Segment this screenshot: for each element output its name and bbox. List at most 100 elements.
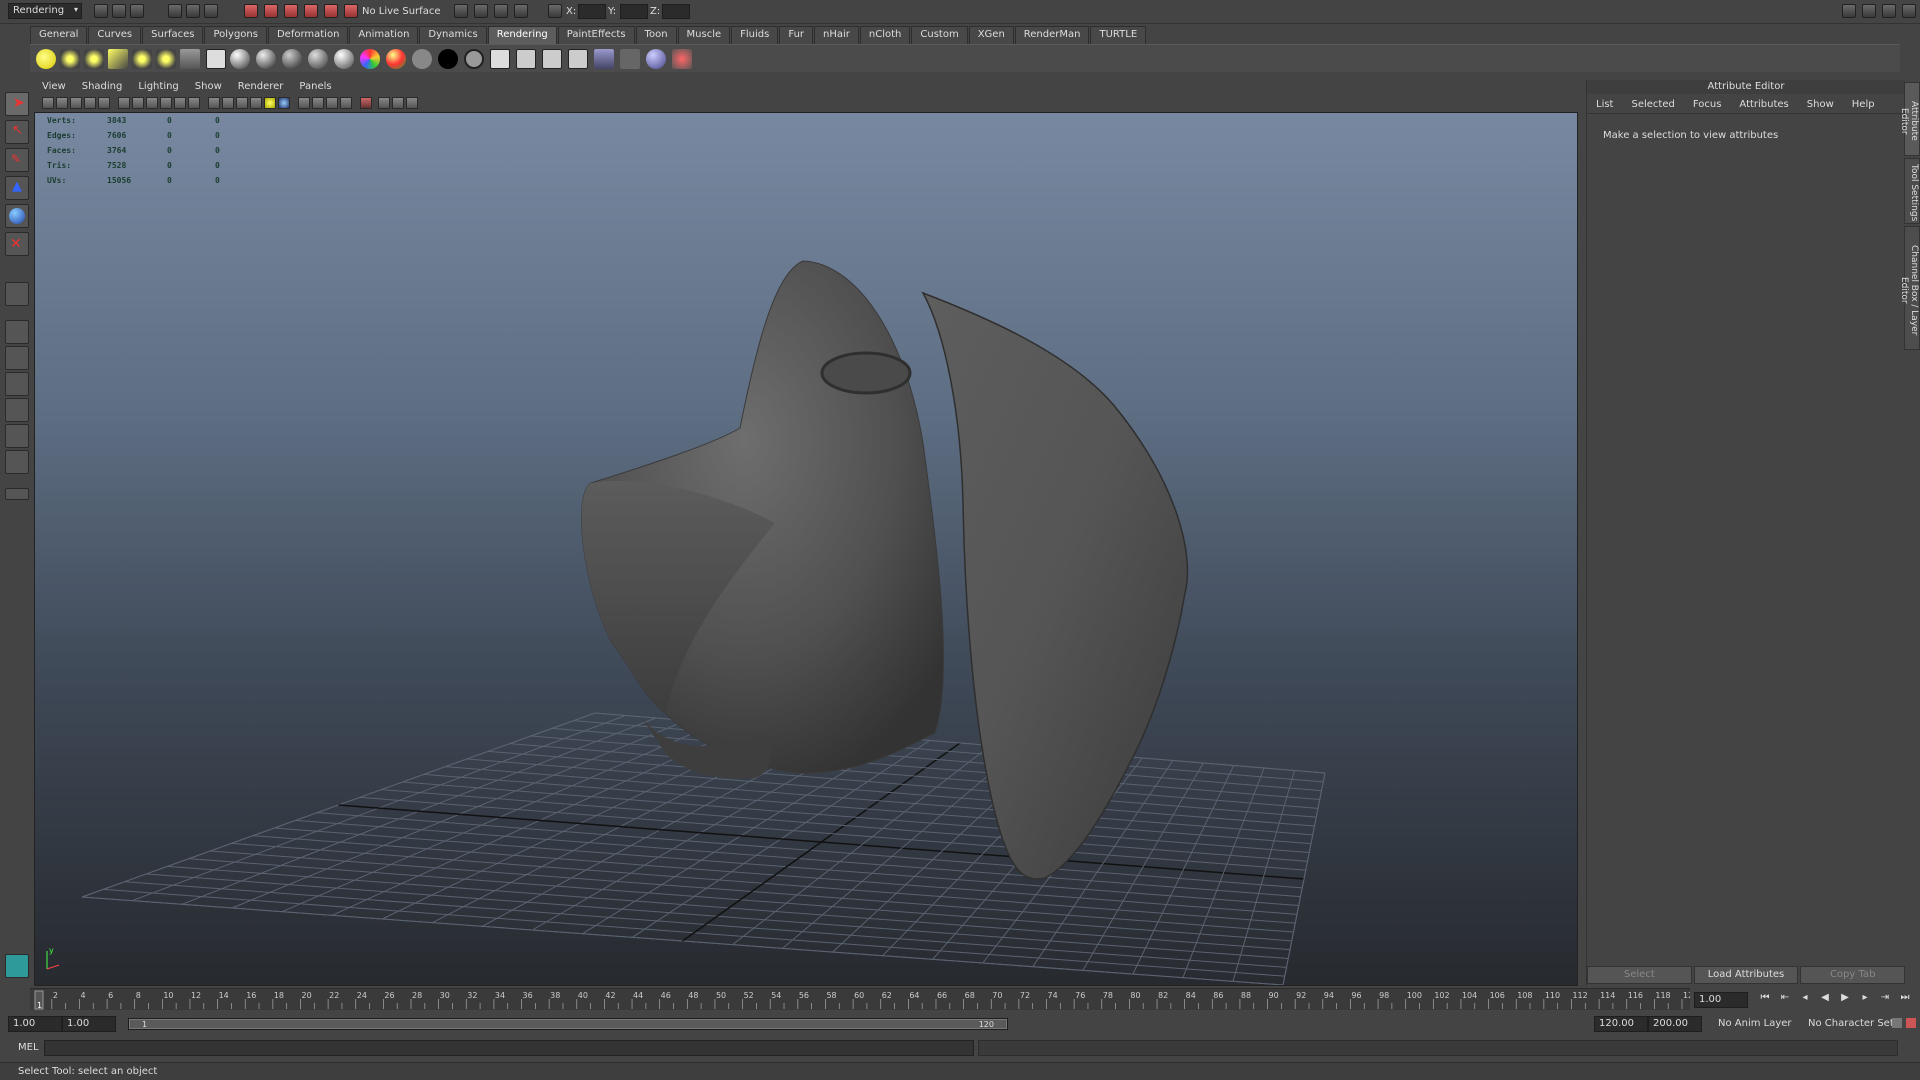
play-backward-icon[interactable]: ◀ (1816, 992, 1834, 1008)
tab-deformation[interactable]: Deformation (267, 26, 349, 44)
render-settings-icon[interactable] (514, 4, 528, 18)
attribute-menu-show[interactable]: Show (1798, 96, 1843, 113)
ambient-light-icon[interactable] (36, 49, 56, 69)
go-to-start-icon[interactable]: ⏮ (1756, 992, 1774, 1008)
tab-toon[interactable]: Toon (635, 26, 677, 44)
tab-ncloth[interactable]: nCloth (859, 26, 911, 44)
xray-components-icon[interactable] (326, 97, 338, 109)
command-input[interactable] (44, 1040, 974, 1056)
layered-shader-icon[interactable] (386, 49, 406, 69)
tab-muscle[interactable]: Muscle (677, 26, 731, 44)
sidebar-toggle-icon[interactable] (1842, 4, 1856, 18)
step-back-key-icon[interactable]: ⇤ (1776, 992, 1794, 1008)
ramp-shader-icon[interactable] (360, 49, 380, 69)
key-icon[interactable] (1892, 1018, 1902, 1028)
viewport-menu-renderer[interactable]: Renderer (230, 80, 292, 94)
animation-start-field[interactable]: 1.00 (8, 1016, 62, 1032)
resolution-gate-icon[interactable] (132, 97, 144, 109)
paint-select-tool-icon[interactable]: ✎ (5, 148, 29, 172)
spot-light-icon[interactable] (108, 49, 128, 69)
mel-label[interactable]: MEL (18, 1042, 39, 1053)
point-light-icon[interactable] (84, 49, 104, 69)
current-frame-field[interactable]: 1.00 (1694, 992, 1748, 1008)
select-tool-icon[interactable]: ➤ (5, 92, 29, 116)
phong-e-icon[interactable] (308, 49, 328, 69)
tab-channel-box[interactable]: Channel Box / Layer Editor (1899, 226, 1920, 350)
blinn-icon[interactable] (256, 49, 276, 69)
wireframe-icon[interactable] (208, 97, 220, 109)
attribute-editor-toggle-icon[interactable] (1862, 4, 1876, 18)
safe-title-icon[interactable] (188, 97, 200, 109)
tab-animation[interactable]: Animation (349, 26, 419, 44)
smooth-shade-icon[interactable] (222, 97, 234, 109)
animation-end-field[interactable]: 200.00 (1648, 1016, 1702, 1032)
tab-painteffects[interactable]: PaintEffects (557, 26, 635, 44)
attribute-menu-selected[interactable]: Selected (1622, 96, 1683, 113)
bookmarks-icon[interactable] (70, 97, 82, 109)
tab-custom[interactable]: Custom (911, 26, 968, 44)
step-forward-frame-icon[interactable]: ▸ (1856, 992, 1874, 1008)
depth-of-field-icon[interactable] (392, 97, 404, 109)
area-light-icon[interactable] (132, 49, 152, 69)
range-slider-handle[interactable]: 1 120 (129, 1019, 1007, 1029)
snap-grid-icon[interactable] (244, 4, 258, 18)
ipr-shelf-icon[interactable] (568, 49, 588, 69)
menu-set-dropdown[interactable]: Rendering ▾ (8, 3, 82, 19)
camera-attributes-icon[interactable] (56, 97, 68, 109)
playback-end-field[interactable]: 120.00 (1594, 1016, 1648, 1032)
persp-graph-hypergraph-layout-icon[interactable] (5, 450, 29, 474)
anim-layer-dropdown[interactable]: No Anim Layer (1718, 1018, 1792, 1029)
tab-tool-settings[interactable]: Tool Settings (1904, 158, 1920, 224)
single-perspective-layout-icon[interactable] (5, 320, 29, 344)
anti-aliasing-icon[interactable] (378, 97, 390, 109)
step-back-frame-icon[interactable]: ◂ (1796, 992, 1814, 1008)
select-hierarchy-icon[interactable] (168, 4, 182, 18)
y-coord-field[interactable] (620, 4, 648, 19)
playback-start-field[interactable]: 1.00 (62, 1016, 116, 1032)
open-scene-icon[interactable] (112, 4, 126, 18)
shadows-icon[interactable] (278, 97, 290, 109)
time-slider[interactable]: 2 4 6 8 10 12 14 16 18 20 22 24 26 28 30 32 34 36 38 40 42 44… (30, 988, 1698, 1010)
load-attributes-button[interactable]: Load Attributes (1693, 966, 1799, 984)
viewport-menu-lighting[interactable]: Lighting (130, 80, 186, 94)
surface-shader-icon[interactable] (412, 49, 432, 69)
motion-blur-icon[interactable] (360, 97, 372, 109)
four-view-layout-icon[interactable] (5, 346, 29, 370)
transform-mode-icon[interactable] (548, 4, 562, 18)
tab-renderman[interactable]: RenderMan (1014, 26, 1090, 44)
viewport-menu-panels[interactable]: Panels (291, 80, 339, 94)
attribute-menu-attributes[interactable]: Attributes (1730, 96, 1797, 113)
x-coord-field[interactable] (578, 4, 606, 19)
paint-render-icon[interactable] (672, 49, 692, 69)
select-component-icon[interactable] (204, 4, 218, 18)
step-forward-key-icon[interactable]: ⇥ (1876, 992, 1894, 1008)
anisotropic-icon[interactable] (334, 49, 354, 69)
live-surface-icon[interactable] (344, 4, 358, 18)
render-current-icon[interactable] (542, 49, 562, 69)
tab-rendering[interactable]: Rendering (487, 26, 557, 44)
tab-xgen[interactable]: XGen (968, 26, 1014, 44)
tab-curves[interactable]: Curves (88, 26, 142, 44)
snap-view-plane-icon[interactable] (304, 4, 318, 18)
camera-icon[interactable] (206, 49, 226, 69)
ipr-render-icon[interactable] (494, 4, 508, 18)
maya-home-icon[interactable] (5, 954, 29, 978)
xray-joints-icon[interactable] (312, 97, 324, 109)
film-gate-icon[interactable] (118, 97, 130, 109)
render-view-shelf-icon[interactable] (516, 49, 536, 69)
tab-fur[interactable]: Fur (779, 26, 814, 44)
persp-graph-layout-icon[interactable] (5, 398, 29, 422)
lasso-tool-icon[interactable]: ↖ (5, 120, 29, 144)
wireframe-on-shaded-icon[interactable] (236, 97, 248, 109)
make-live-icon[interactable] (324, 4, 338, 18)
go-to-end-icon[interactable]: ⏭ (1896, 992, 1914, 1008)
directional-light-icon[interactable] (60, 49, 80, 69)
viewport-menu-view[interactable]: View (34, 80, 74, 94)
isolate-select-icon[interactable] (298, 97, 310, 109)
select-button[interactable]: Select (1587, 966, 1692, 984)
move-tool-icon[interactable]: ▲ (5, 176, 29, 200)
ambient-occlusion-icon[interactable] (340, 97, 352, 109)
tab-general[interactable]: General (30, 26, 88, 44)
batch-render-icon[interactable] (620, 49, 640, 69)
snap-curve-icon[interactable] (264, 4, 278, 18)
